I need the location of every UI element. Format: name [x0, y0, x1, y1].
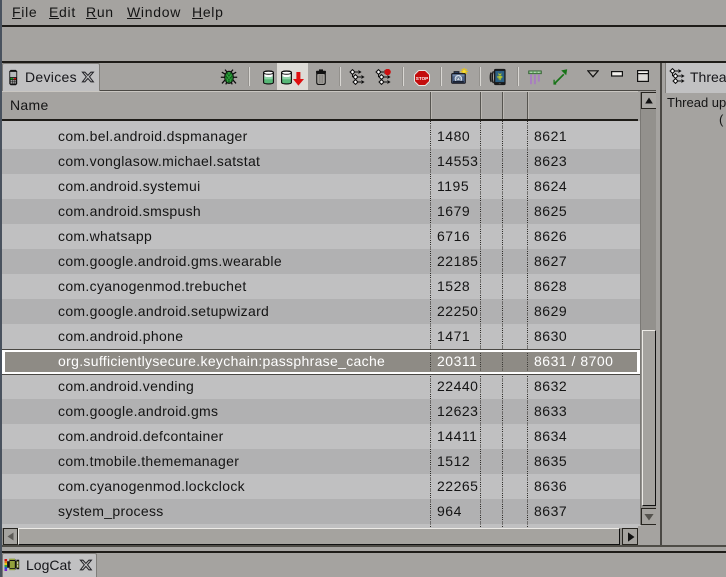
svg-text:STOP: STOP — [416, 76, 428, 81]
